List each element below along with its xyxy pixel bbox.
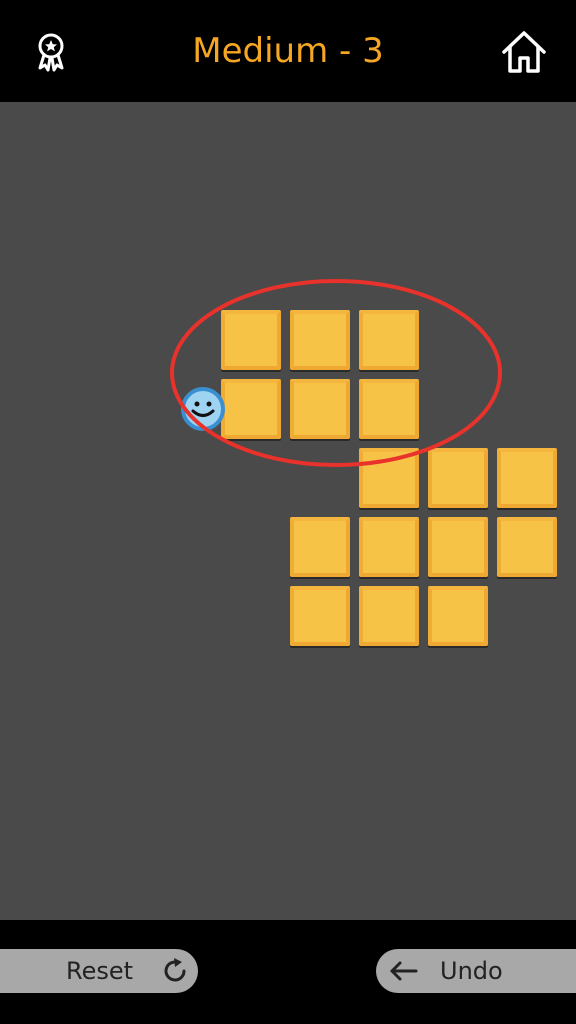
tile[interactable]	[359, 310, 419, 370]
tile[interactable]	[428, 586, 488, 646]
tile[interactable]	[359, 517, 419, 577]
game-board	[0, 102, 576, 920]
tile[interactable]	[497, 517, 557, 577]
tile[interactable]	[497, 448, 557, 508]
top-bar: Medium - 3	[0, 0, 576, 102]
reset-label: Reset	[66, 957, 134, 985]
home-icon[interactable]	[500, 28, 548, 76]
tile[interactable]	[359, 448, 419, 508]
tile[interactable]	[428, 517, 488, 577]
tile[interactable]	[221, 310, 281, 370]
tile[interactable]	[359, 379, 419, 439]
undo-label: Undo	[440, 957, 503, 985]
undo-button[interactable]: Undo	[376, 949, 576, 993]
reset-button[interactable]: Reset	[0, 949, 198, 993]
tile[interactable]	[290, 310, 350, 370]
tile[interactable]	[359, 586, 419, 646]
tile[interactable]	[290, 586, 350, 646]
smiley-face-icon[interactable]	[180, 386, 226, 432]
arrow-left-icon	[390, 961, 418, 981]
tile[interactable]	[221, 379, 281, 439]
highlight-ellipse	[170, 279, 502, 467]
tile[interactable]	[428, 448, 488, 508]
tile[interactable]	[290, 379, 350, 439]
refresh-icon	[164, 958, 186, 982]
tile[interactable]	[290, 517, 350, 577]
level-title: Medium - 3	[192, 31, 384, 71]
